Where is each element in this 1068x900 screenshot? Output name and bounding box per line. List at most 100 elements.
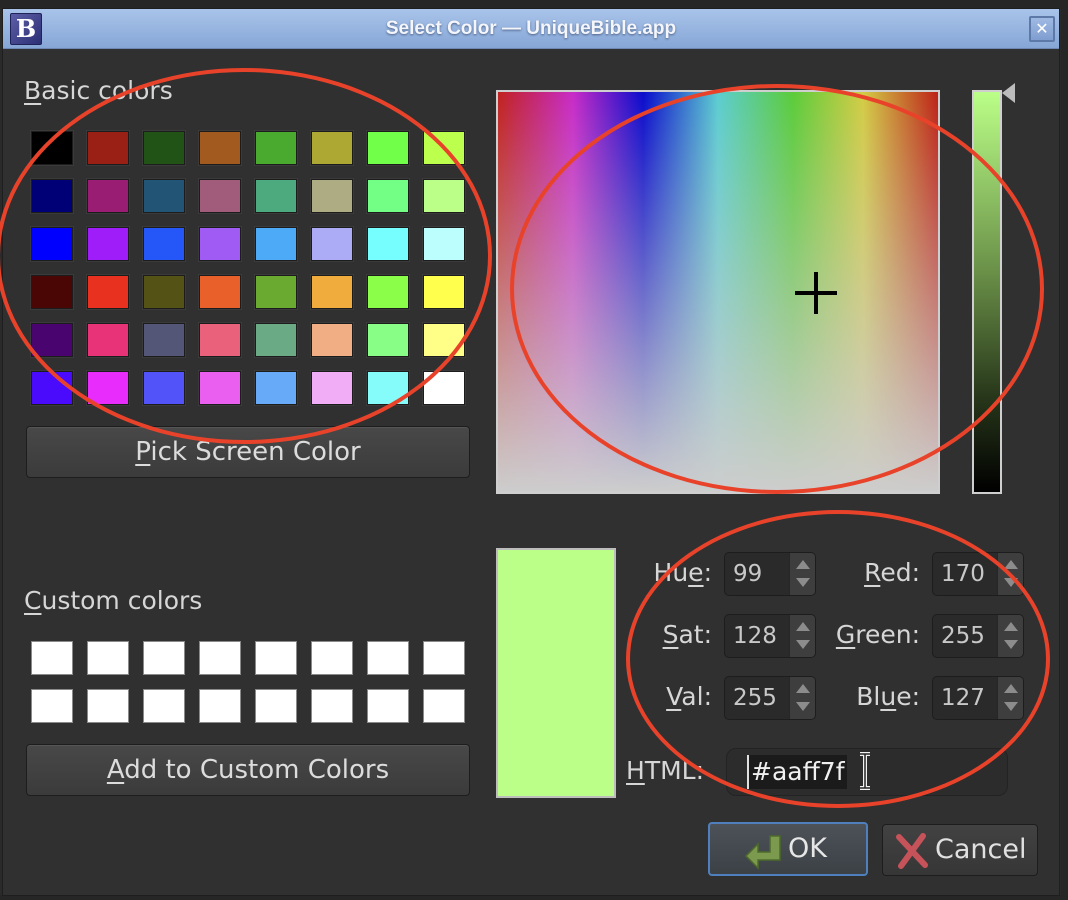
arrow-up-icon[interactable] <box>796 560 810 569</box>
close-button[interactable]: ✕ <box>1029 16 1055 42</box>
basic-color-swatch[interactable] <box>87 131 129 165</box>
basic-color-swatch[interactable] <box>367 371 409 405</box>
basic-color-swatch[interactable] <box>367 275 409 309</box>
basic-color-swatch[interactable] <box>31 371 73 405</box>
basic-color-swatch[interactable] <box>367 131 409 165</box>
red-spinbox[interactable]: 170 <box>932 552 1024 596</box>
custom-color-swatch[interactable] <box>423 689 465 723</box>
basic-color-swatch[interactable] <box>143 323 185 357</box>
basic-color-swatch[interactable] <box>367 323 409 357</box>
basic-color-swatch[interactable] <box>423 323 465 357</box>
arrow-down-icon[interactable] <box>1004 640 1018 649</box>
basic-color-swatch[interactable] <box>31 227 73 261</box>
arrow-down-icon[interactable] <box>796 702 810 711</box>
spinbox-arrows[interactable] <box>997 615 1023 657</box>
basic-color-swatch[interactable] <box>255 131 297 165</box>
custom-color-swatch[interactable] <box>143 641 185 675</box>
basic-color-swatch[interactable] <box>199 179 241 213</box>
basic-color-swatch[interactable] <box>199 371 241 405</box>
cancel-button[interactable]: Cancel <box>882 824 1038 876</box>
blue-spinbox[interactable]: 127 <box>932 676 1024 720</box>
basic-color-swatch[interactable] <box>423 227 465 261</box>
arrow-up-icon[interactable] <box>1004 560 1018 569</box>
basic-color-swatch[interactable] <box>143 275 185 309</box>
sat-spinbox[interactable]: 128 <box>724 614 816 658</box>
custom-color-swatch[interactable] <box>31 641 73 675</box>
custom-color-swatch[interactable] <box>311 641 353 675</box>
basic-color-swatch[interactable] <box>199 323 241 357</box>
hue-spinbox[interactable]: 99 <box>724 552 816 596</box>
basic-color-swatch[interactable] <box>87 227 129 261</box>
basic-color-swatch[interactable] <box>199 275 241 309</box>
green-spinbox[interactable]: 255 <box>932 614 1024 658</box>
arrow-down-icon[interactable] <box>1004 578 1018 587</box>
basic-color-swatch[interactable] <box>255 227 297 261</box>
basic-color-swatch[interactable] <box>199 131 241 165</box>
basic-color-swatch[interactable] <box>423 275 465 309</box>
basic-color-swatch[interactable] <box>87 323 129 357</box>
title-bar[interactable]: B Select Color — UniqueBible.app ✕ <box>3 9 1059 49</box>
basic-color-swatch[interactable] <box>311 131 353 165</box>
basic-color-swatch[interactable] <box>255 323 297 357</box>
custom-color-swatch[interactable] <box>311 689 353 723</box>
custom-color-swatch[interactable] <box>31 689 73 723</box>
custom-color-swatch[interactable] <box>423 641 465 675</box>
basic-color-swatch[interactable] <box>255 371 297 405</box>
arrow-down-icon[interactable] <box>796 640 810 649</box>
custom-color-swatch[interactable] <box>199 689 241 723</box>
basic-color-swatch[interactable] <box>367 227 409 261</box>
value-slider[interactable] <box>972 90 1002 494</box>
crosshair-cursor-icon[interactable] <box>795 272 837 314</box>
custom-color-swatch[interactable] <box>367 689 409 723</box>
basic-color-swatch[interactable] <box>311 275 353 309</box>
ok-button[interactable]: OK <box>708 822 868 876</box>
basic-color-swatch[interactable] <box>143 179 185 213</box>
basic-color-swatch[interactable] <box>31 131 73 165</box>
basic-color-swatch[interactable] <box>31 323 73 357</box>
html-input-value: #aaff7f <box>747 755 847 789</box>
basic-color-swatch[interactable] <box>423 131 465 165</box>
basic-color-swatch[interactable] <box>423 179 465 213</box>
val-spinbox[interactable]: 255 <box>724 676 816 720</box>
spinbox-arrows[interactable] <box>789 677 815 719</box>
pick-screen-color-button[interactable]: Pick Screen Color <box>26 426 470 478</box>
add-to-custom-colors-button[interactable]: Add to Custom Colors <box>26 744 470 796</box>
basic-color-swatch[interactable] <box>87 179 129 213</box>
arrow-down-icon[interactable] <box>1004 702 1018 711</box>
custom-color-swatch[interactable] <box>255 641 297 675</box>
basic-color-swatch[interactable] <box>311 371 353 405</box>
basic-color-swatch[interactable] <box>423 371 465 405</box>
label-mnemonic: H <box>626 756 645 785</box>
basic-color-swatch[interactable] <box>311 179 353 213</box>
custom-color-swatch[interactable] <box>87 689 129 723</box>
value-slider-handle-icon[interactable] <box>1002 83 1015 103</box>
spinbox-arrows[interactable] <box>789 553 815 595</box>
basic-color-swatch[interactable] <box>87 371 129 405</box>
custom-color-swatch[interactable] <box>255 689 297 723</box>
arrow-up-icon[interactable] <box>1004 684 1018 693</box>
basic-color-swatch[interactable] <box>143 227 185 261</box>
custom-color-swatch[interactable] <box>143 689 185 723</box>
custom-color-swatch[interactable] <box>87 641 129 675</box>
spinbox-arrows[interactable] <box>997 677 1023 719</box>
basic-color-swatch[interactable] <box>143 371 185 405</box>
basic-color-swatch[interactable] <box>143 131 185 165</box>
custom-color-swatch[interactable] <box>367 641 409 675</box>
arrow-down-icon[interactable] <box>796 578 810 587</box>
basic-color-swatch[interactable] <box>31 179 73 213</box>
spinbox-arrows[interactable] <box>997 553 1023 595</box>
basic-color-swatch[interactable] <box>311 323 353 357</box>
custom-color-swatch[interactable] <box>199 641 241 675</box>
basic-color-swatch[interactable] <box>255 275 297 309</box>
basic-color-swatch[interactable] <box>31 275 73 309</box>
basic-color-swatch[interactable] <box>87 275 129 309</box>
basic-color-swatch[interactable] <box>311 227 353 261</box>
arrow-up-icon[interactable] <box>796 622 810 631</box>
arrow-up-icon[interactable] <box>1004 622 1018 631</box>
basic-color-swatch[interactable] <box>199 227 241 261</box>
arrow-up-icon[interactable] <box>796 684 810 693</box>
basic-color-swatch[interactable] <box>367 179 409 213</box>
spinbox-arrows[interactable] <box>789 615 815 657</box>
basic-color-swatch[interactable] <box>255 179 297 213</box>
hue-saturation-spectrum[interactable] <box>496 90 940 494</box>
